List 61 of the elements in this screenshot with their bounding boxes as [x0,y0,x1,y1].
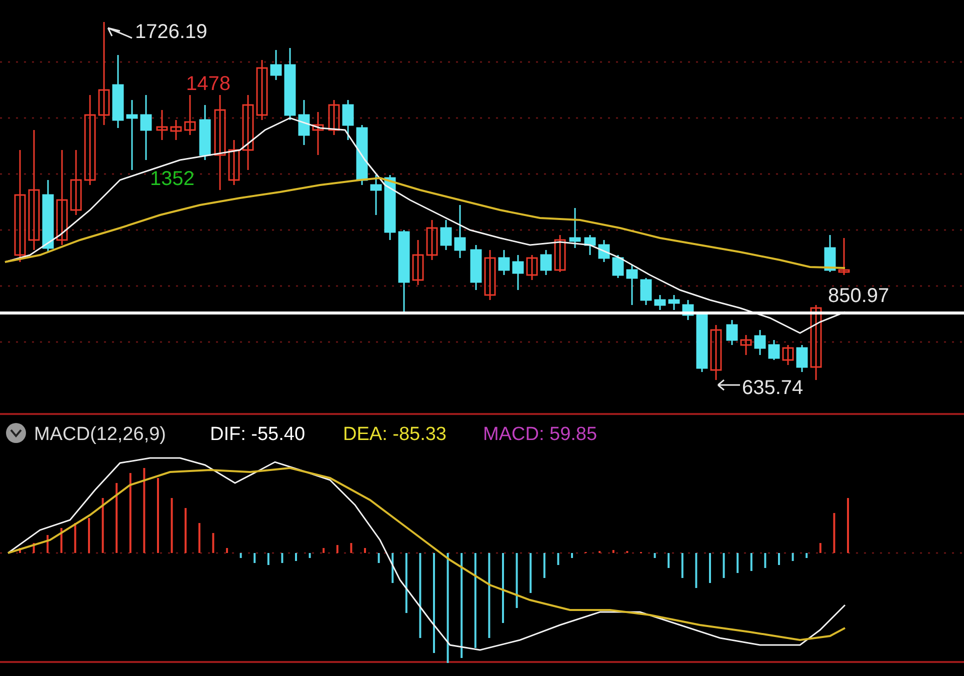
arrow-icon [717,379,741,391]
candlestick [199,105,211,160]
candlestick [654,295,666,310]
price-label: 850.97 [828,285,890,307]
candlestick [156,110,168,140]
candlestick [640,278,652,305]
candlestick [298,100,310,145]
candlestick [412,240,424,285]
candlestick [598,240,610,262]
candlestick [70,150,82,215]
candlestick [569,208,581,248]
price-label: 1478 [186,73,230,95]
price-label: 1352 [150,168,194,190]
candlestick [356,125,368,185]
arrow-icon [107,27,133,39]
macd-value: MACD: 59.85 [483,424,598,445]
dif-value: DIF: -55.40 [210,424,306,445]
candlestick [256,60,268,120]
candlestick [612,255,624,278]
candlestick [184,95,196,135]
candlestick [626,265,638,305]
candlestick [284,48,296,120]
candlestick [668,295,680,310]
candlestick [312,112,324,155]
candlestick [498,250,510,275]
candlestick [526,255,538,280]
candlestick [370,175,382,215]
candlestick [584,235,596,255]
candlestick [726,320,738,345]
candlestick [696,314,708,372]
chevron-down-icon[interactable] [6,423,26,443]
price-label: 635.74 [742,377,804,399]
candlestick [342,100,354,140]
candlestick [754,330,766,355]
candlestick [796,345,808,372]
candlestick [540,250,552,275]
candlestick [740,335,752,355]
candlestick [768,340,780,360]
candlestick [126,100,138,170]
candlestick [682,300,694,320]
candlestick [484,250,496,300]
price-label: 1726.19 [135,21,208,43]
candlestick [140,95,152,160]
indicator-title: MACD(12,26,9) [34,424,166,445]
candlestick [384,175,396,240]
candlestick [470,245,482,290]
candlestick [440,220,452,250]
dea-value: DEA: -85.33 [343,424,446,445]
candlestick [170,120,182,140]
candlestick [824,235,836,272]
candlestick [782,345,794,365]
candlestick [554,235,566,272]
candlestick [838,238,850,275]
candlestick [270,50,282,80]
candlestick [328,100,340,135]
candlestick [426,220,438,260]
candlestick [512,255,524,290]
candlestick [228,140,240,185]
candlestick [710,325,722,380]
candlestick [42,180,54,252]
candlestick [454,205,466,258]
